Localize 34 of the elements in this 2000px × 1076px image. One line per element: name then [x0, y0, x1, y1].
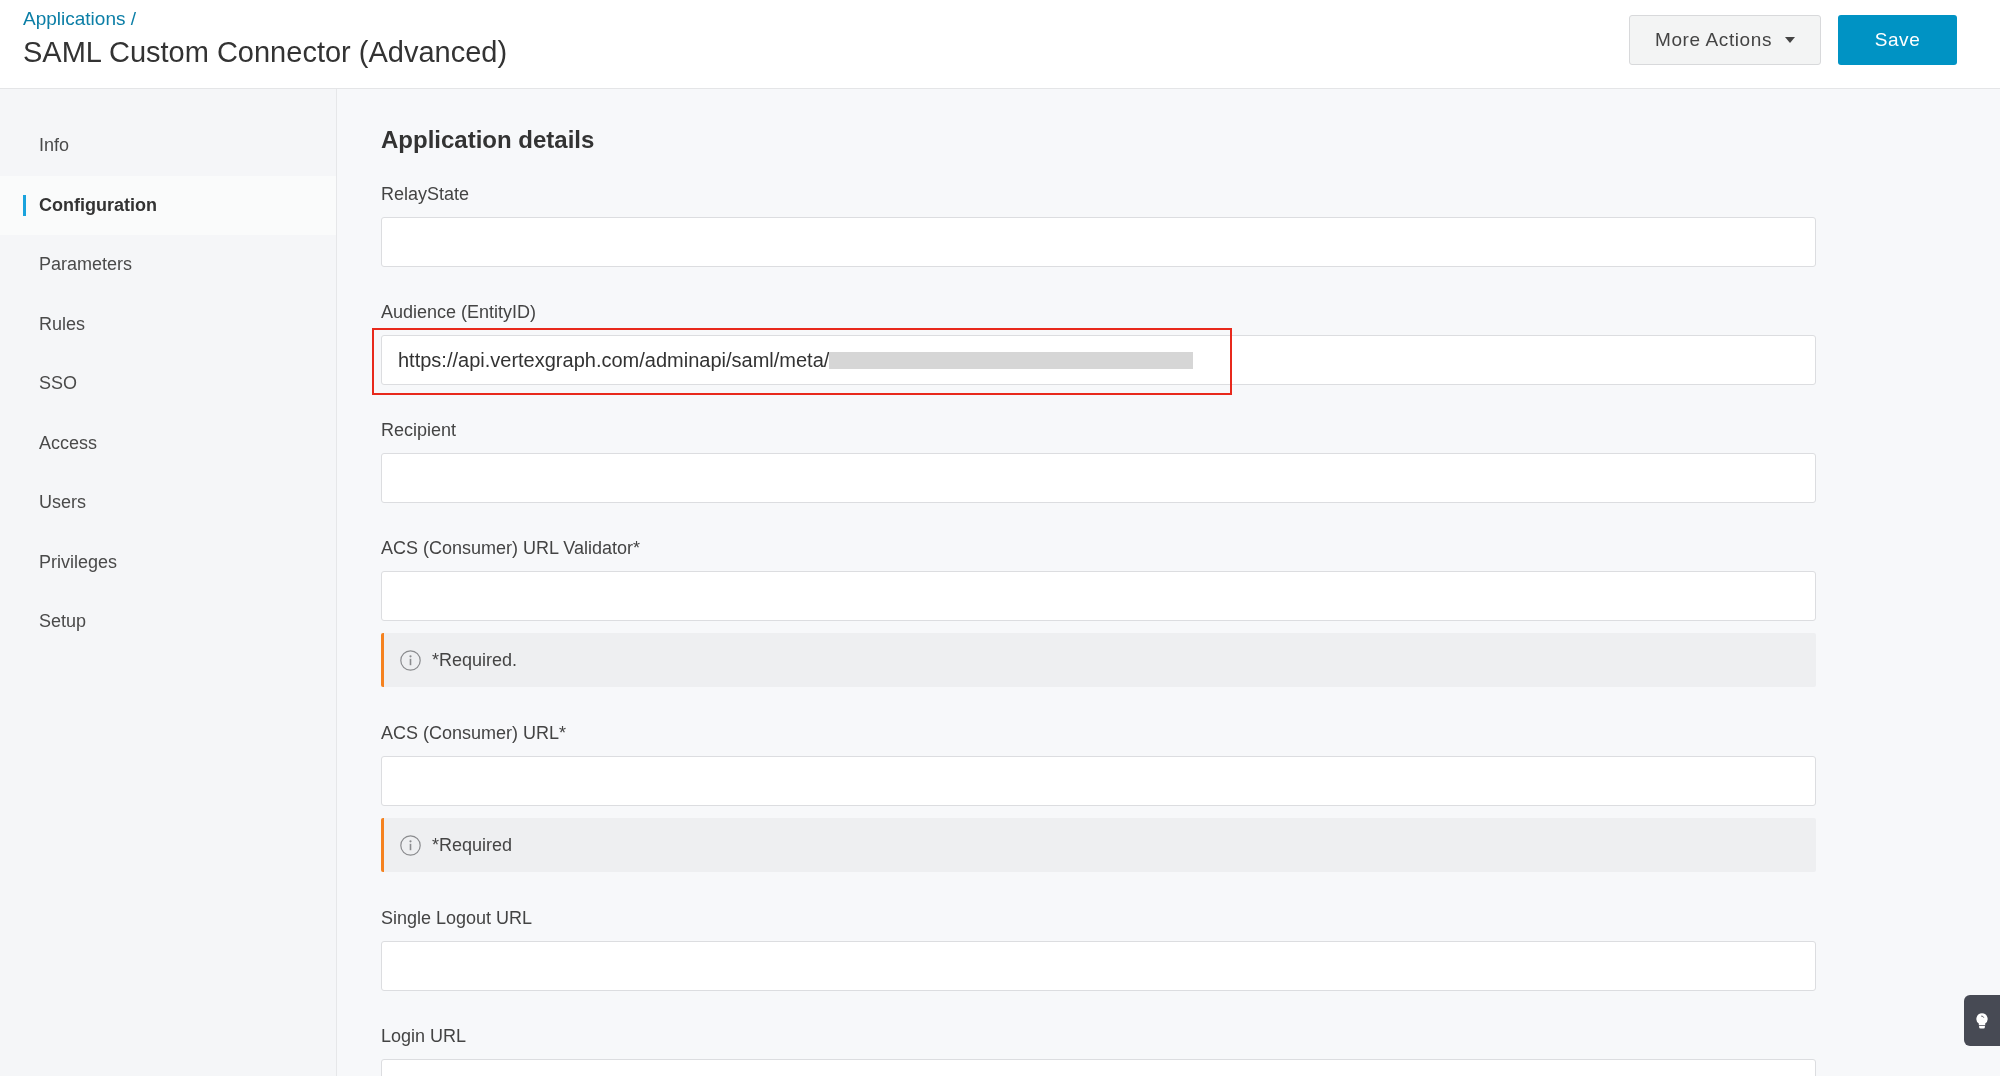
sidebar-item[interactable]: Access [0, 413, 336, 473]
sidebar-item[interactable]: Users [0, 473, 336, 533]
sidebar-item[interactable]: Rules [0, 294, 336, 354]
input-field[interactable] [381, 571, 1816, 621]
field-label: Login URL [381, 1025, 467, 1047]
field-label: Audience (EntityID) [381, 301, 537, 323]
info-icon [400, 649, 421, 671]
section-heading: Application details [381, 125, 595, 155]
input-field[interactable] [381, 217, 1816, 267]
sidebar-item[interactable]: Parameters [0, 235, 336, 295]
sidebar-item[interactable]: Configuration [0, 175, 336, 235]
sidebar-item[interactable]: Setup [0, 592, 336, 652]
notice-text: *Required [432, 833, 513, 857]
info-icon [400, 834, 421, 856]
page-title: SAML Custom Connector (Advanced) [23, 35, 508, 69]
breadcrumb-link[interactable]: Applications / [23, 7, 136, 31]
input-field[interactable] [381, 453, 1816, 503]
input-field[interactable] [381, 756, 1816, 806]
caret-icon [1785, 37, 1795, 43]
field-label: ACS (Consumer) URL Validator* [381, 537, 641, 559]
save-button[interactable]: Save [1838, 15, 1957, 65]
field-label: Single Logout URL [381, 907, 533, 929]
field-label: RelayState [381, 183, 470, 205]
field-label: Recipient [381, 419, 457, 441]
input-field[interactable]: https://api.vertexgraph.com/adminapi/saml/meta/ [381, 335, 1816, 385]
input-field[interactable] [381, 941, 1816, 991]
tips-button[interactable] [1964, 995, 2000, 1046]
notice-text: *Required. [432, 648, 518, 672]
lightbulb-icon [1976, 1012, 1988, 1029]
sidebar-item[interactable]: Info [0, 116, 336, 176]
field-label: ACS (Consumer) URL* [381, 722, 567, 744]
sidebar-item[interactable]: SSO [0, 354, 336, 414]
more-actions-button[interactable]: More Actions [1629, 15, 1821, 65]
sidebar-item[interactable]: Privileges [0, 532, 336, 592]
